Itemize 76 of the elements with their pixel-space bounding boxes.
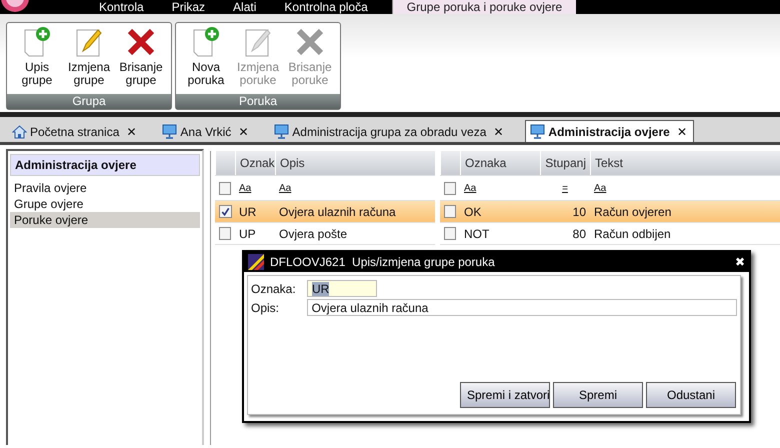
checkbox[interactable] bbox=[444, 227, 456, 240]
close-icon[interactable]: ✕ bbox=[126, 124, 136, 138]
table-cell: UP bbox=[239, 226, 256, 240]
input-field[interactable]: Ovjera ulaznih računa bbox=[306, 299, 737, 316]
column-header[interactable]: Oznak bbox=[235, 151, 275, 175]
table-cell: Ovjera ulaznih računa bbox=[279, 204, 396, 218]
sidebar-item[interactable]: Poruke ovjere bbox=[10, 212, 200, 228]
home-icon bbox=[12, 124, 27, 138]
menu-tab[interactable]: Grupe poruka i poruke ovjere bbox=[392, 0, 576, 14]
group-label: Grupa bbox=[7, 94, 171, 109]
field-label: Oznaka: bbox=[251, 282, 297, 296]
menu-tab[interactable]: Kontrolna ploča bbox=[270, 0, 382, 14]
delete-x-icon bbox=[126, 26, 156, 58]
document-tab[interactable]: Ana Vrkić ✕ bbox=[158, 121, 254, 142]
new-document-icon bbox=[22, 26, 52, 58]
close-icon[interactable]: ✕ bbox=[493, 124, 504, 138]
checkbox[interactable] bbox=[444, 205, 456, 218]
sidebar-item[interactable]: Grupe ovjere bbox=[10, 196, 200, 212]
tab-label: Početna stranica bbox=[30, 124, 120, 138]
document-tab[interactable]: Početna stranica ✕ bbox=[8, 121, 142, 142]
grid-row[interactable]: UP Ovjera pošte bbox=[215, 223, 435, 245]
document-tab[interactable]: Administracija grupa za obradu veza ✕ bbox=[270, 121, 510, 142]
ribbon-button[interactable]: Brisanje grupe bbox=[115, 23, 167, 94]
app-logo-icon bbox=[248, 254, 264, 270]
sidebar-title: Administracija ovjere bbox=[10, 154, 200, 176]
tab-label: Ana Vrkić bbox=[180, 124, 232, 138]
table-cell: Račun odbijen bbox=[594, 226, 671, 240]
menu-tab[interactable]: Prikaz bbox=[158, 0, 220, 14]
menu-tab[interactable]: Alati bbox=[219, 0, 270, 14]
filter-operator[interactable]: Aa bbox=[464, 182, 476, 194]
table-cell: Račun ovjeren bbox=[594, 204, 672, 218]
tab-label: Administracija ovjere bbox=[548, 124, 670, 138]
column-header[interactable]: Stupanj bbox=[540, 151, 590, 175]
dialog-button[interactable]: Odustani bbox=[646, 382, 736, 408]
new-document-icon bbox=[191, 26, 221, 58]
grid-row[interactable]: OK 10 Račun ovjeren bbox=[440, 201, 780, 223]
grid-row[interactable]: UR Ovjera ulaznih računa bbox=[215, 201, 435, 223]
monitor-icon bbox=[530, 124, 546, 139]
table-cell: OK bbox=[464, 204, 482, 218]
group-label: Poruka bbox=[176, 94, 340, 109]
filter-operator[interactable]: = bbox=[562, 182, 568, 194]
ribbon-button[interactable]: Upis grupe bbox=[11, 23, 63, 94]
checkbox[interactable] bbox=[219, 205, 232, 218]
close-icon[interactable]: ✖ bbox=[735, 255, 745, 269]
checkbox[interactable] bbox=[444, 182, 456, 194]
filter-operator[interactable]: Aa bbox=[279, 182, 292, 194]
menu-tab[interactable]: Kontrola bbox=[85, 0, 158, 14]
dialog-button[interactable]: Spremi bbox=[553, 382, 643, 408]
table-cell: NOT bbox=[464, 226, 490, 240]
column-header[interactable]: Tekst bbox=[590, 151, 780, 175]
sidebar-item[interactable]: Pravila ovjere bbox=[10, 180, 200, 196]
dialog-button[interactable]: Spremi i zatvori bbox=[460, 382, 550, 408]
table-cell: UR bbox=[239, 204, 256, 218]
document-tab[interactable]: Administracija ovjere ✕ bbox=[525, 120, 694, 142]
checkbox[interactable] bbox=[219, 182, 231, 194]
dialog-title: DFLOOVJ621 Upis/izmjena grupe poruka bbox=[270, 255, 496, 269]
checkbox[interactable] bbox=[219, 227, 231, 240]
filter-operator[interactable]: Aa bbox=[594, 182, 606, 194]
table-cell: 10 bbox=[572, 204, 586, 218]
filter-operator[interactable]: Aa bbox=[239, 182, 252, 194]
ribbon-button[interactable]: Nova poruka bbox=[180, 23, 232, 94]
monitor-icon bbox=[162, 124, 178, 139]
logo-icon bbox=[0, 0, 30, 14]
ribbon-button[interactable]: Izmjena grupe bbox=[63, 23, 115, 94]
column-header[interactable]: Opis bbox=[275, 151, 435, 175]
table-cell: 80 bbox=[572, 226, 586, 240]
grid-row[interactable]: NOT 80 Račun odbijen bbox=[440, 223, 780, 245]
field-label: Opis: bbox=[251, 300, 280, 314]
input-field[interactable]: UR bbox=[307, 280, 377, 297]
close-icon[interactable]: ✕ bbox=[238, 124, 248, 138]
column-header[interactable]: Oznaka bbox=[460, 151, 540, 175]
delete-x-icon bbox=[295, 26, 325, 58]
close-icon[interactable]: ✕ bbox=[676, 124, 687, 138]
table-cell: Ovjera pošte bbox=[279, 226, 348, 240]
tab-label: Administracija grupa za obradu veza bbox=[292, 124, 486, 138]
monitor-icon bbox=[274, 124, 290, 139]
